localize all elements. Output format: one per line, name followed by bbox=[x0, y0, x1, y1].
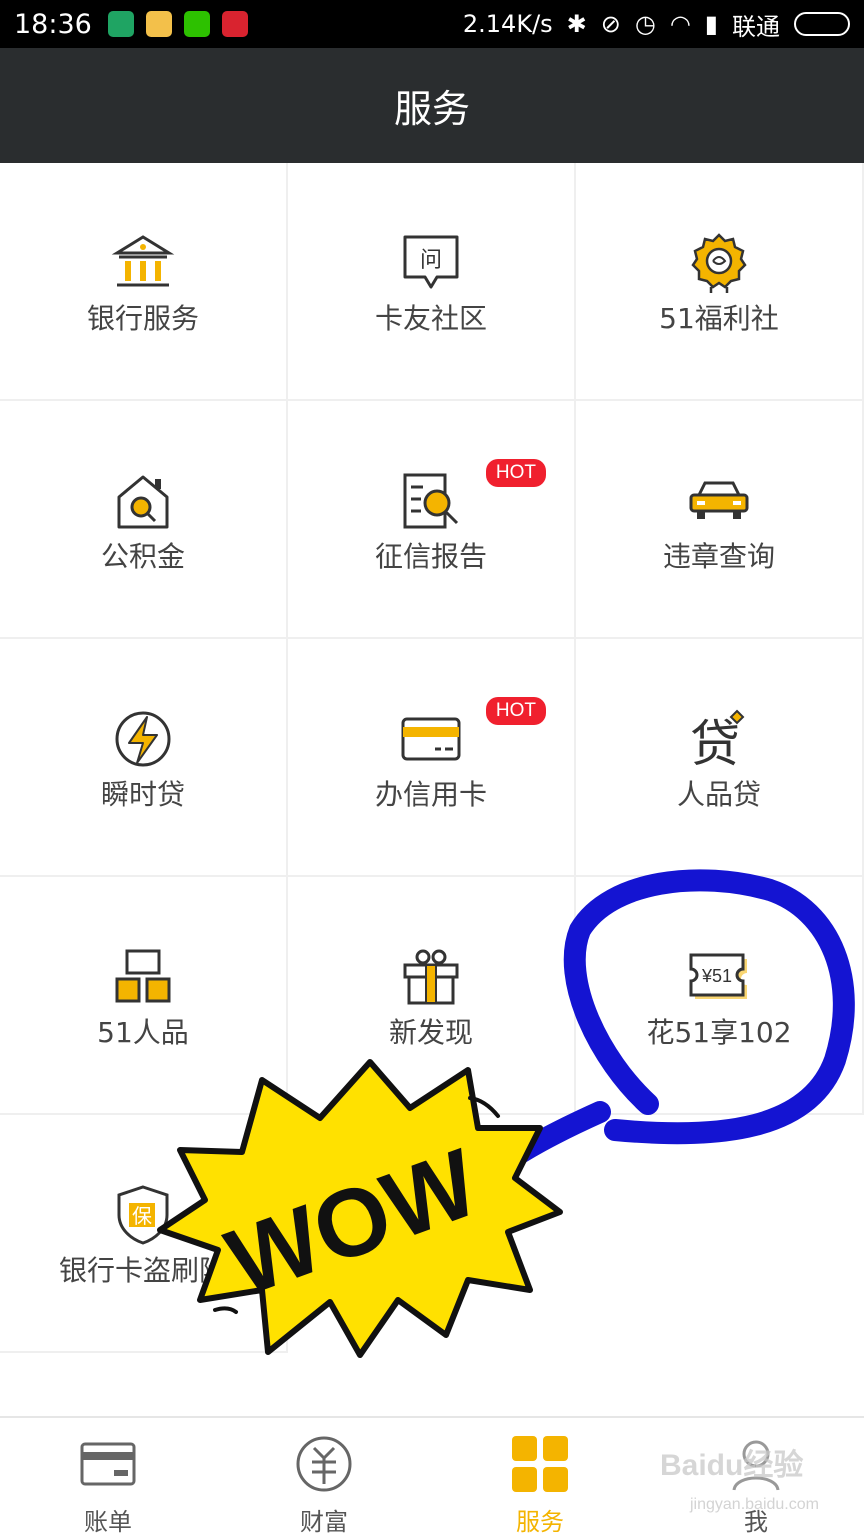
hot-badge: HOT bbox=[485, 697, 546, 725]
battery-icon bbox=[794, 12, 850, 36]
welfare-badge-icon bbox=[691, 233, 747, 293]
bank-icon bbox=[111, 235, 175, 287]
status-bar: 18:36 2.14K/s ✱ ⊘ ◷ ◠ ▮ 联通 bbox=[0, 0, 864, 48]
service-label: 51福利社 bbox=[659, 302, 779, 335]
status-indicators: 2.14K/s ✱ ⊘ ◷ ◠ ▮ 联通 bbox=[463, 7, 850, 42]
blocks-icon bbox=[115, 949, 171, 1003]
alarm-icon: ◷ bbox=[634, 10, 656, 38]
service-item-credit-report[interactable]: HOT 征信报告 bbox=[288, 401, 576, 639]
bill-card-icon bbox=[80, 1442, 136, 1486]
coupon-glyph: ¥51 bbox=[701, 966, 732, 986]
service-label: 违章查询 bbox=[662, 540, 775, 573]
service-label: 征信报告 bbox=[374, 540, 487, 573]
status-time: 18:36 bbox=[14, 8, 92, 40]
vibrate-off-icon: ⊘ bbox=[600, 10, 621, 38]
service-item-apply-credit-card[interactable]: HOT 办信用卡 bbox=[288, 639, 576, 877]
service-label: 新发现 bbox=[388, 1016, 473, 1049]
coupon-icon: ¥51 bbox=[689, 953, 747, 999]
mail-app-icon bbox=[145, 11, 172, 37]
service-label: 银行服务 bbox=[86, 302, 199, 335]
question-bubble-icon: 问 bbox=[403, 235, 459, 289]
service-item-housing-fund[interactable]: 公积金 bbox=[0, 401, 288, 639]
lightning-icon bbox=[115, 711, 171, 767]
service-item-traffic-violation[interactable]: 违章查询 bbox=[576, 401, 864, 639]
house-search-icon bbox=[117, 475, 169, 529]
service-label: 卡友社区 bbox=[374, 302, 487, 335]
nav-item-bill[interactable]: 账单 bbox=[0, 1418, 216, 1536]
service-label: 人品贷 bbox=[676, 778, 761, 811]
service-label: 瞬时贷 bbox=[100, 778, 185, 811]
network-speed: 2.14K/s bbox=[462, 10, 553, 38]
wifi-icon: ◠ bbox=[669, 10, 691, 38]
hot-badge: HOT bbox=[485, 459, 546, 487]
gift-icon bbox=[403, 949, 459, 1005]
service-label: 银行卡盗刷险 bbox=[58, 1254, 227, 1287]
service-item-discover[interactable]: 新发现 bbox=[288, 877, 576, 1115]
service-grid-icon bbox=[512, 1436, 568, 1492]
nav-item-wealth[interactable]: 财富 bbox=[216, 1418, 432, 1536]
wealth-coin-icon bbox=[296, 1436, 352, 1492]
service-item-51-character[interactable]: 51人品 bbox=[0, 877, 288, 1115]
service-label: 花51享102 bbox=[646, 1016, 792, 1049]
shield-insurance-icon: 保 bbox=[117, 1185, 169, 1245]
service-label: 办信用卡 bbox=[374, 778, 487, 811]
nav-label: 服务 bbox=[516, 1508, 564, 1536]
service-item-community[interactable]: 问 卡友社区 bbox=[288, 163, 576, 401]
report-search-icon bbox=[403, 473, 459, 529]
signal-icon: ▮ bbox=[704, 10, 718, 38]
carrier-name: 联通 bbox=[732, 12, 780, 41]
service-item-instant-loan[interactable]: 瞬时贷 bbox=[0, 639, 288, 877]
service-item-character-loan[interactable]: 贷 人品贷 bbox=[576, 639, 864, 877]
service-label: 51人品 bbox=[97, 1016, 189, 1049]
loan-glyph: 贷 bbox=[690, 715, 740, 771]
page-title: 服务 bbox=[393, 87, 470, 131]
service-item-welfare[interactable]: 51福利社 bbox=[576, 163, 864, 401]
loan-character-icon: 贷 bbox=[690, 709, 745, 771]
service-item-spend-51-get-102[interactable]: ¥51 花51享102 bbox=[576, 877, 864, 1115]
nav-label: 账单 bbox=[84, 1508, 132, 1536]
wechat-icon bbox=[183, 11, 210, 37]
page-header: 服务 bbox=[0, 48, 864, 163]
stock-app-icon bbox=[221, 11, 248, 37]
service-label: 公积金 bbox=[100, 540, 185, 573]
bluetooth-icon: ✱ bbox=[566, 10, 587, 38]
insurance-glyph: 保 bbox=[132, 1204, 152, 1228]
community-glyph: 问 bbox=[420, 248, 442, 273]
credit-card-icon bbox=[401, 717, 461, 761]
security-app-icon bbox=[107, 11, 134, 37]
service-item-bank[interactable]: 银行服务 bbox=[0, 163, 288, 401]
nav-item-service[interactable]: 服务 bbox=[432, 1418, 648, 1536]
nav-label: 财富 bbox=[300, 1508, 348, 1536]
watermark-url: jingyan.baidu.com bbox=[690, 1496, 819, 1513]
car-icon bbox=[689, 481, 749, 519]
watermark-logo: Baidu经验 bbox=[660, 1449, 804, 1482]
annotation-pointer bbox=[469, 1101, 611, 1191]
service-item-card-fraud-insurance[interactable]: 保 银行卡盗刷险 bbox=[0, 1115, 288, 1353]
